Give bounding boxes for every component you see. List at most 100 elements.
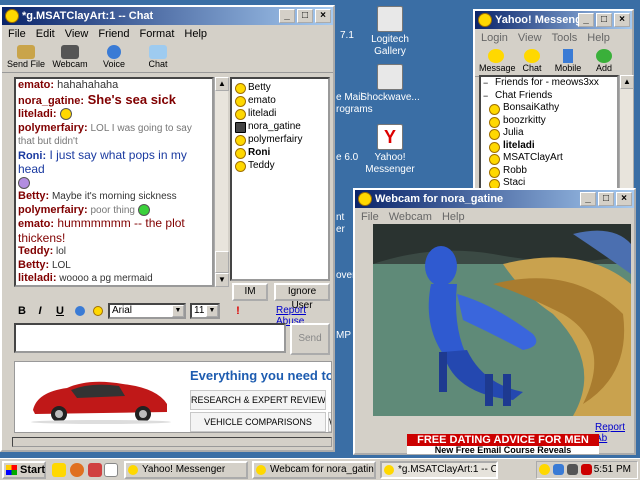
message-button[interactable]: Message: [479, 47, 516, 76]
desktop-icon-yahoo-messenger[interactable]: Y Yahoo! Messenger: [358, 124, 422, 176]
menu-help[interactable]: Help: [587, 29, 610, 47]
user-list-item[interactable]: Teddy: [232, 159, 328, 172]
message-sender: Roni:: [18, 149, 47, 162]
friend-item[interactable]: Robb: [481, 165, 617, 177]
user-list-item[interactable]: emato: [232, 94, 328, 107]
messenger-window: Yahoo! Messenger _ □ × Login View Tools …: [473, 9, 634, 195]
menu-file[interactable]: File: [8, 25, 26, 43]
user-list-item[interactable]: Roni: [232, 146, 328, 159]
user-list[interactable]: Betty emato liteladi nora_gatine polymerfair…: [230, 77, 330, 281]
user-list-item[interactable]: nora_gatine: [232, 120, 328, 133]
font-size-select[interactable]: 11 ▼: [190, 303, 220, 319]
menu-login[interactable]: Login: [481, 29, 508, 47]
send-file-button[interactable]: Send File: [6, 43, 46, 72]
close-button[interactable]: ×: [614, 13, 630, 27]
bold-button[interactable]: B: [14, 303, 30, 319]
ignore-user-button[interactable]: Ignore User: [274, 283, 330, 311]
minimize-button[interactable]: _: [578, 13, 594, 27]
chat-friends-group-header[interactable]: Chat Friends: [481, 90, 617, 103]
add-button[interactable]: Add: [587, 47, 621, 76]
underline-button[interactable]: U: [52, 303, 68, 319]
menu-edit[interactable]: Edit: [36, 25, 55, 43]
user-list-item[interactable]: liteladi: [232, 107, 328, 120]
menu-help[interactable]: Help: [184, 25, 207, 43]
ad-vehicle-comparisons-link[interactable]: VEHICLE COMPARISONS: [190, 412, 326, 432]
chat-message: emato: hahahahaha: [18, 79, 210, 93]
taskbar-item-messenger[interactable]: Yahoo! Messenger: [124, 461, 248, 479]
yahoo-quicklaunch-icon[interactable]: [52, 463, 66, 477]
tool-label: Voice: [102, 59, 126, 69]
chat-log[interactable]: emato: hahahahaha nora_gatine: She's sea …: [14, 77, 214, 287]
smiley-icon: [5, 9, 19, 23]
speaker-tray-icon[interactable]: [567, 464, 578, 475]
scroll-down-button[interactable]: ▼: [215, 273, 229, 287]
taskbar-item-chat[interactable]: *g.MSATClayArt:1 -- Chat: [380, 461, 498, 479]
friends-list[interactable]: Friends for - meows3xx Chat Friends Bons…: [479, 75, 619, 195]
chevron-down-icon: ▼: [206, 305, 218, 317]
taskbar-item-webcam[interactable]: Webcam for nora_gatine: [252, 461, 376, 479]
mobile-button[interactable]: Mobile: [551, 47, 585, 76]
scroll-thumb[interactable]: [215, 251, 229, 273]
menu-friend[interactable]: Friend: [98, 25, 129, 43]
italic-button[interactable]: I: [32, 303, 48, 319]
chat-button[interactable]: Chat: [515, 47, 549, 76]
voice-button[interactable]: Voice: [94, 43, 134, 72]
user-list-item[interactable]: Betty: [232, 81, 328, 94]
ad-partial-link[interactable]: W: [328, 412, 331, 432]
mail-quicklaunch-icon[interactable]: [104, 463, 118, 477]
close-button[interactable]: ×: [315, 9, 331, 23]
start-button[interactable]: Start: [2, 461, 46, 479]
tool-label: Add: [595, 63, 612, 73]
clock: 5:51 PM: [593, 464, 631, 475]
im-button[interactable]: IM: [232, 283, 268, 301]
menu-tools[interactable]: Tools: [552, 29, 578, 47]
smiley-tray-icon[interactable]: [539, 464, 550, 475]
send-button[interactable]: Send: [290, 323, 330, 355]
close-button[interactable]: ×: [616, 192, 632, 206]
friend-item[interactable]: Julia: [481, 127, 617, 140]
friend-item[interactable]: BonsaiKathy: [481, 102, 617, 115]
friends-scrollbar[interactable]: ▲: [619, 75, 634, 190]
report-abuse-link[interactable]: Report Ab: [595, 422, 634, 444]
user-list-item[interactable]: polymerfairy: [232, 133, 328, 146]
menu-view[interactable]: View: [65, 25, 89, 43]
chat-button[interactable]: Chat: [138, 43, 178, 72]
maximize-button[interactable]: □: [596, 13, 612, 27]
ad-research-link[interactable]: RESEARCH & EXPERT REVIEWS: [190, 390, 326, 410]
chat-message: liteladi: woooo a pg mermaid: [18, 272, 210, 285]
chat-titlebar[interactable]: *g.MSATClayArt:1 -- Chat _ □ ×: [2, 7, 333, 25]
emoticon-button[interactable]: [90, 303, 106, 319]
menu-view[interactable]: View: [518, 29, 542, 47]
color-button[interactable]: [72, 303, 88, 319]
outlook-quicklaunch-icon[interactable]: [88, 463, 102, 477]
system-tray: 5:51 PM: [536, 461, 638, 479]
maximize-button[interactable]: □: [598, 192, 614, 206]
friend-item[interactable]: boozrkitty: [481, 115, 617, 127]
alert-icon[interactable]: !: [230, 303, 246, 319]
minimize-button[interactable]: _: [279, 9, 295, 23]
friends-group-header[interactable]: Friends for - meows3xx: [481, 77, 617, 90]
camera-icon: [377, 6, 403, 32]
dating-ad-banner[interactable]: FREE DATING ADVICE FOR MEN New Free Emai…: [407, 434, 599, 454]
minimize-button[interactable]: _: [580, 192, 596, 206]
desktop-icon-shockwave[interactable]: Shockwave...: [358, 64, 422, 104]
chat-message: Betty: Maybe it's morning sickness: [18, 190, 210, 204]
messenger-titlebar[interactable]: Yahoo! Messenger _ □ ×: [475, 11, 632, 29]
network-tray-icon[interactable]: [553, 464, 564, 475]
friend-item[interactable]: MSATClayArt: [481, 152, 617, 165]
font-select[interactable]: Arial ▼: [108, 303, 186, 319]
firefox-quicklaunch-icon[interactable]: [70, 463, 84, 477]
webcam-button[interactable]: Webcam: [50, 43, 90, 72]
scroll-up-button[interactable]: ▲: [215, 77, 229, 91]
message-input[interactable]: [14, 323, 286, 353]
maximize-button[interactable]: □: [297, 9, 313, 23]
friend-item[interactable]: liteladi: [481, 140, 617, 152]
shield-tray-icon[interactable]: [581, 464, 592, 475]
webcam-titlebar[interactable]: Webcam for nora_gatine _ □ ×: [355, 190, 634, 208]
menu-format[interactable]: Format: [140, 25, 175, 43]
scroll-up-button[interactable]: ▲: [620, 75, 634, 89]
chat-log-scrollbar[interactable]: ▲ ▼: [214, 77, 229, 287]
ad-banner[interactable]: Everything you need to m RESEARCH & EXPE…: [14, 361, 332, 433]
add-friend-icon: [596, 49, 612, 63]
desktop-icon-logitech-gallery[interactable]: Logitech Gallery: [358, 6, 422, 58]
